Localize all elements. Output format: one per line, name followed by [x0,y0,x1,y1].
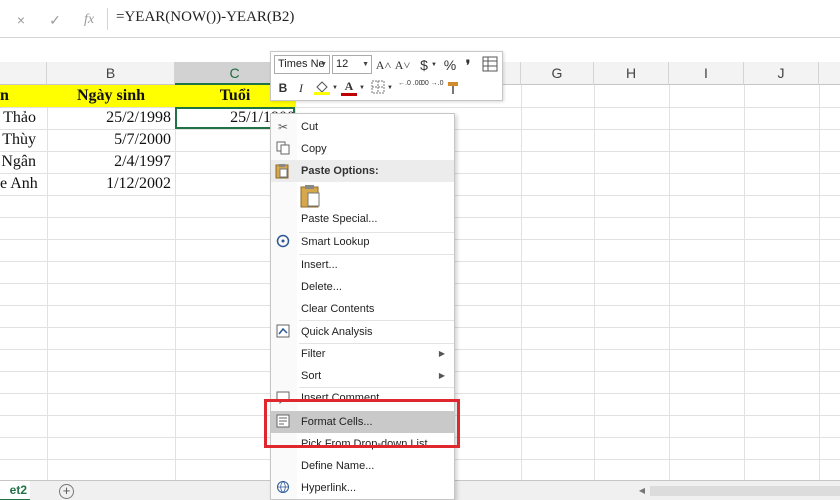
menu-item-label: Paste Special... [301,213,378,225]
cell-a2[interactable]: Thảo [0,107,47,129]
chevron-down-icon[interactable]: ▼ [430,55,438,75]
menu-item-define-name[interactable]: Define Name... [271,455,454,477]
column-header-h[interactable]: H [594,62,669,85]
menu-item-label: Delete... [301,281,342,293]
submenu-arrow-icon: ▶ [438,349,445,358]
format-painter-icon[interactable] [445,80,461,100]
menu-item-clear-contents[interactable]: Clear Contents [271,298,454,320]
quick-analysis-icon [275,324,291,340]
menu-item-copy[interactable]: Copy [271,138,454,160]
percent-icon[interactable]: % [442,55,458,75]
column-header-a[interactable] [0,62,47,85]
menu-item-smart-lookup[interactable]: Smart Lookup [271,231,454,253]
chevron-down-icon: ▼ [362,61,369,68]
shrink-font-icon[interactable]: A˅ [394,55,411,75]
grow-font-icon[interactable]: A˄ [375,55,392,75]
font-size-value: 12 [336,58,349,70]
format-table-icon[interactable] [481,56,499,76]
enter-icon[interactable]: ✓ [46,11,64,29]
menu-item-label: Clear Contents [301,303,375,315]
cell-a3[interactable]: Thùy [0,129,47,151]
formula-bar-divider [107,8,108,30]
formula-bar: × ✓ fx =YEAR(NOW())-YEAR(B2) [0,0,840,38]
cell-a4[interactable]: Ngân [0,151,47,173]
fx-icon[interactable]: fx [80,11,98,29]
scrollbar-thumb[interactable] [650,486,840,496]
cancel-icon[interactable]: × [12,11,30,29]
menu-item-label: Copy [301,143,327,155]
cell-b3[interactable]: 5/7/2000 [47,129,175,151]
menu-item-quick-analysis[interactable]: Quick Analysis [271,321,454,343]
column-header-g[interactable]: G [521,62,594,85]
chevron-down-icon[interactable]: ▼ [331,78,339,98]
mini-toolbar: Times Ne ▼ 12 ▼ A˄ A˅ $ ▼ % ❜ B I ▼ A ▼ … [270,51,503,101]
font-size-box[interactable]: 12 ▼ [332,55,372,74]
comma-style-icon[interactable]: ❜ [462,55,474,75]
copy-icon [275,141,291,157]
chevron-down-icon[interactable]: ▼ [386,78,394,98]
menu-item-label: Paste Options: [301,165,379,177]
column-header-i[interactable]: I [669,62,744,85]
menu-item-label: Smart Lookup [301,236,370,248]
horizontal-scrollbar[interactable]: ◀ [636,485,840,497]
search-icon [275,234,291,250]
highlight-annotation [264,399,460,448]
fill-color-icon[interactable] [313,78,331,98]
menu-item-label: Define Name... [301,460,375,472]
formula-input[interactable]: =YEAR(NOW())-YEAR(B2) [116,9,294,26]
column-header-b[interactable]: B [47,62,175,85]
menu-item-label: Cut [301,121,319,133]
sheet-tab-sheet2[interactable]: et2 [0,481,30,500]
scroll-left-icon[interactable]: ◀ [636,485,648,497]
cell-a1[interactable]: n [0,85,47,107]
menu-item-hyperlink[interactable]: Hyperlink... [271,477,454,499]
menu-item-filter[interactable]: Filter ▶ [271,343,454,365]
menu-item-label: Quick Analysis [301,326,373,338]
menu-item-delete[interactable]: Delete... [271,276,454,298]
font-name-value: Times Ne [278,58,325,70]
cell-b2[interactable]: 25/2/1998 [47,107,175,129]
decrease-decimal-icon[interactable]: .00 →.0 [419,79,444,99]
cell-b4[interactable]: 2/4/1997 [47,151,175,173]
submenu-arrow-icon: ▶ [438,371,445,380]
menu-item-sort[interactable]: Sort ▶ [271,365,454,387]
menu-item-label: Hyperlink... [301,482,357,494]
chevron-down-icon[interactable]: ▼ [358,78,366,98]
menu-item-label: Filter [301,348,326,360]
menu-item-label: Sort [301,370,322,382]
column-header-j[interactable]: J [744,62,819,85]
cell-a5[interactable]: e Anh [0,173,47,195]
menu-item-insert[interactable]: Insert... [271,254,454,276]
italic-button[interactable]: I [293,78,309,98]
paste-options-header: Paste Options: [271,160,454,182]
menu-item-cut[interactable]: ✂ Cut [271,116,454,138]
cell-b1[interactable]: Ngày sinh [47,85,175,107]
borders-icon[interactable] [370,80,386,100]
font-name-box[interactable]: Times Ne ▼ [274,55,330,74]
cell-b5[interactable]: 1/12/2002 [47,173,175,195]
paste-icon [275,163,291,179]
menu-item-label: Insert... [301,259,338,271]
chevron-down-icon: ▼ [320,61,327,68]
hyperlink-icon [275,480,291,496]
increase-decimal-icon[interactable]: ←.0 .00 [398,79,423,99]
font-color-icon[interactable]: A [341,78,357,96]
paste-option-icon[interactable] [299,184,325,210]
add-sheet-icon[interactable]: + [59,484,74,499]
scissors-icon: ✂ [277,120,289,134]
menu-item-paste-special[interactable]: Paste Special... [271,208,454,230]
bold-button[interactable]: B [275,78,291,98]
